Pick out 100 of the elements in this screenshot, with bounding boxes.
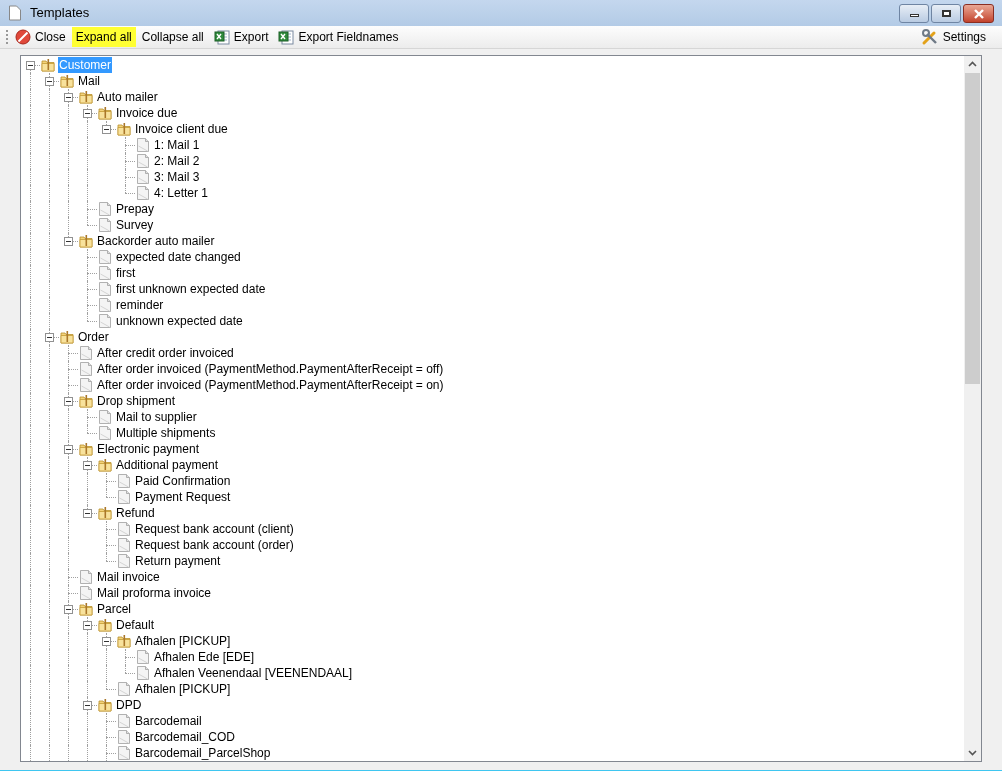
- tree-item[interactable]: Request bank account (client): [134, 521, 295, 537]
- folder-icon: [59, 73, 75, 89]
- document-icon: [135, 169, 151, 185]
- tree-item[interactable]: unknown expected date: [115, 313, 244, 329]
- tree-item[interactable]: Mail to supplier: [115, 409, 198, 425]
- tree-item[interactable]: Paid Confirmation: [134, 473, 232, 489]
- no-entry-icon: [15, 29, 31, 45]
- tree-item[interactable]: After order invoiced (PaymentMethod.PaymentAfterReceipt = on): [96, 377, 445, 393]
- document-icon: [135, 153, 151, 169]
- minus-icon: [65, 94, 72, 101]
- expander-toggle[interactable]: [64, 445, 73, 454]
- tree-item[interactable]: reminder: [115, 297, 165, 313]
- tree-item[interactable]: Afhalen Veenendaal [VEENENDAAL]: [153, 665, 354, 681]
- tree-item[interactable]: Order: [77, 329, 110, 345]
- tree-item[interactable]: Mail: [77, 73, 101, 89]
- tree-item[interactable]: Survey: [115, 217, 155, 233]
- expander-toggle[interactable]: [45, 77, 54, 86]
- tree-item[interactable]: expected date changed: [115, 249, 242, 265]
- expander-toggle[interactable]: [64, 237, 73, 246]
- tree-item[interactable]: Afhalen Ede [EDE]: [153, 649, 256, 665]
- close-button[interactable]: [963, 4, 994, 23]
- toolbar-button[interactable]: Collapse all: [137, 27, 208, 47]
- maximize-button[interactable]: [931, 4, 961, 23]
- expander-toggle[interactable]: [64, 93, 73, 102]
- expander-toggle[interactable]: [83, 461, 92, 470]
- expander-toggle[interactable]: [83, 509, 92, 518]
- document-icon: [8, 5, 22, 21]
- tree-item[interactable]: Multiple shipments: [115, 425, 217, 441]
- tree-item[interactable]: Barcodemail_COD: [134, 729, 237, 745]
- tree-item[interactable]: Auto mailer: [96, 89, 159, 105]
- tree-item[interactable]: Prepay: [115, 201, 156, 217]
- tree-item[interactable]: Default: [115, 617, 156, 633]
- folder-icon: [97, 457, 113, 473]
- tree-item[interactable]: Payment Request: [134, 489, 232, 505]
- tree-item[interactable]: first unknown expected date: [115, 281, 267, 297]
- expander-toggle[interactable]: [45, 333, 54, 342]
- minimize-button[interactable]: [899, 4, 929, 23]
- toolbar-button[interactable]: Export Fieldnames: [274, 27, 403, 47]
- expander-toggle[interactable]: [26, 61, 35, 70]
- tree-item[interactable]: first: [115, 265, 137, 281]
- tree-item[interactable]: Invoice due: [115, 105, 179, 121]
- minus-icon: [103, 126, 110, 133]
- folder-icon: [78, 441, 94, 457]
- minus-icon: [84, 510, 91, 517]
- tree-item[interactable]: Backorder auto mailer: [96, 233, 216, 249]
- folder-icon: [78, 393, 94, 409]
- document-icon: [97, 313, 113, 329]
- document-icon: [97, 265, 113, 281]
- tree-item[interactable]: Afhalen [PICKUP]: [134, 681, 232, 697]
- document-icon: [78, 585, 94, 601]
- tree-item[interactable]: 3: Mail 3: [153, 169, 201, 185]
- tree-item[interactable]: Barcodemail: [134, 713, 203, 729]
- expander-toggle[interactable]: [102, 637, 111, 646]
- tree-item[interactable]: Request bank account (order): [134, 537, 295, 553]
- folder-icon: [116, 633, 132, 649]
- tree-item[interactable]: After credit order invoiced: [96, 345, 235, 361]
- document-icon: [78, 569, 94, 585]
- tree-item[interactable]: After order invoiced (PaymentMethod.PaymentAfterReceipt = off): [96, 361, 445, 377]
- document-icon: [116, 473, 132, 489]
- document-icon: [135, 649, 151, 665]
- tree-item[interactable]: Additional payment: [115, 457, 220, 473]
- document-icon: [116, 537, 132, 553]
- document-icon: [116, 489, 132, 505]
- toolbar-button[interactable]: Expand all: [71, 27, 136, 47]
- tree-item[interactable]: Mail proforma invoice: [96, 585, 213, 601]
- document-icon: [78, 377, 94, 393]
- document-icon: [135, 185, 151, 201]
- tree-item[interactable]: 2: Mail 2: [153, 153, 201, 169]
- toolbar-button[interactable]: Settings: [916, 27, 990, 47]
- tree-item[interactable]: DPD: [115, 697, 143, 713]
- toolbar-button[interactable]: Close: [11, 27, 70, 47]
- document-icon: [116, 681, 132, 697]
- document-icon: [97, 409, 113, 425]
- expander-toggle[interactable]: [102, 125, 111, 134]
- expander-toggle[interactable]: [64, 397, 73, 406]
- tree-item[interactable]: Refund: [115, 505, 156, 521]
- minus-icon: [84, 622, 91, 629]
- toolbar-button[interactable]: Export: [209, 27, 273, 47]
- scrollbar[interactable]: [964, 56, 981, 761]
- document-icon: [116, 713, 132, 729]
- tree-item[interactable]: Parcel: [96, 601, 132, 617]
- expander-toggle[interactable]: [83, 109, 92, 118]
- tree-item[interactable]: Mail invoice: [96, 569, 161, 585]
- document-icon: [135, 665, 151, 681]
- tree-item[interactable]: Invoice client due: [134, 121, 229, 137]
- expander-toggle[interactable]: [83, 701, 92, 710]
- tree-item[interactable]: Barcodemail_ParcelShop: [134, 745, 272, 761]
- expander-toggle[interactable]: [83, 621, 92, 630]
- minus-icon: [84, 110, 91, 117]
- folder-icon: [40, 57, 56, 73]
- tree-item[interactable]: Afhalen [PICKUP]: [134, 633, 232, 649]
- expander-toggle[interactable]: [64, 605, 73, 614]
- tree-item[interactable]: Drop shipment: [96, 393, 177, 409]
- document-icon: [97, 281, 113, 297]
- tree-item[interactable]: 4: Letter 1: [153, 185, 210, 201]
- tree-item[interactable]: 1: Mail 1: [153, 137, 201, 153]
- tree-item[interactable]: Return payment: [134, 553, 222, 569]
- document-icon: [116, 553, 132, 569]
- tree-item[interactable]: Electronic payment: [96, 441, 201, 457]
- minus-icon: [46, 78, 53, 85]
